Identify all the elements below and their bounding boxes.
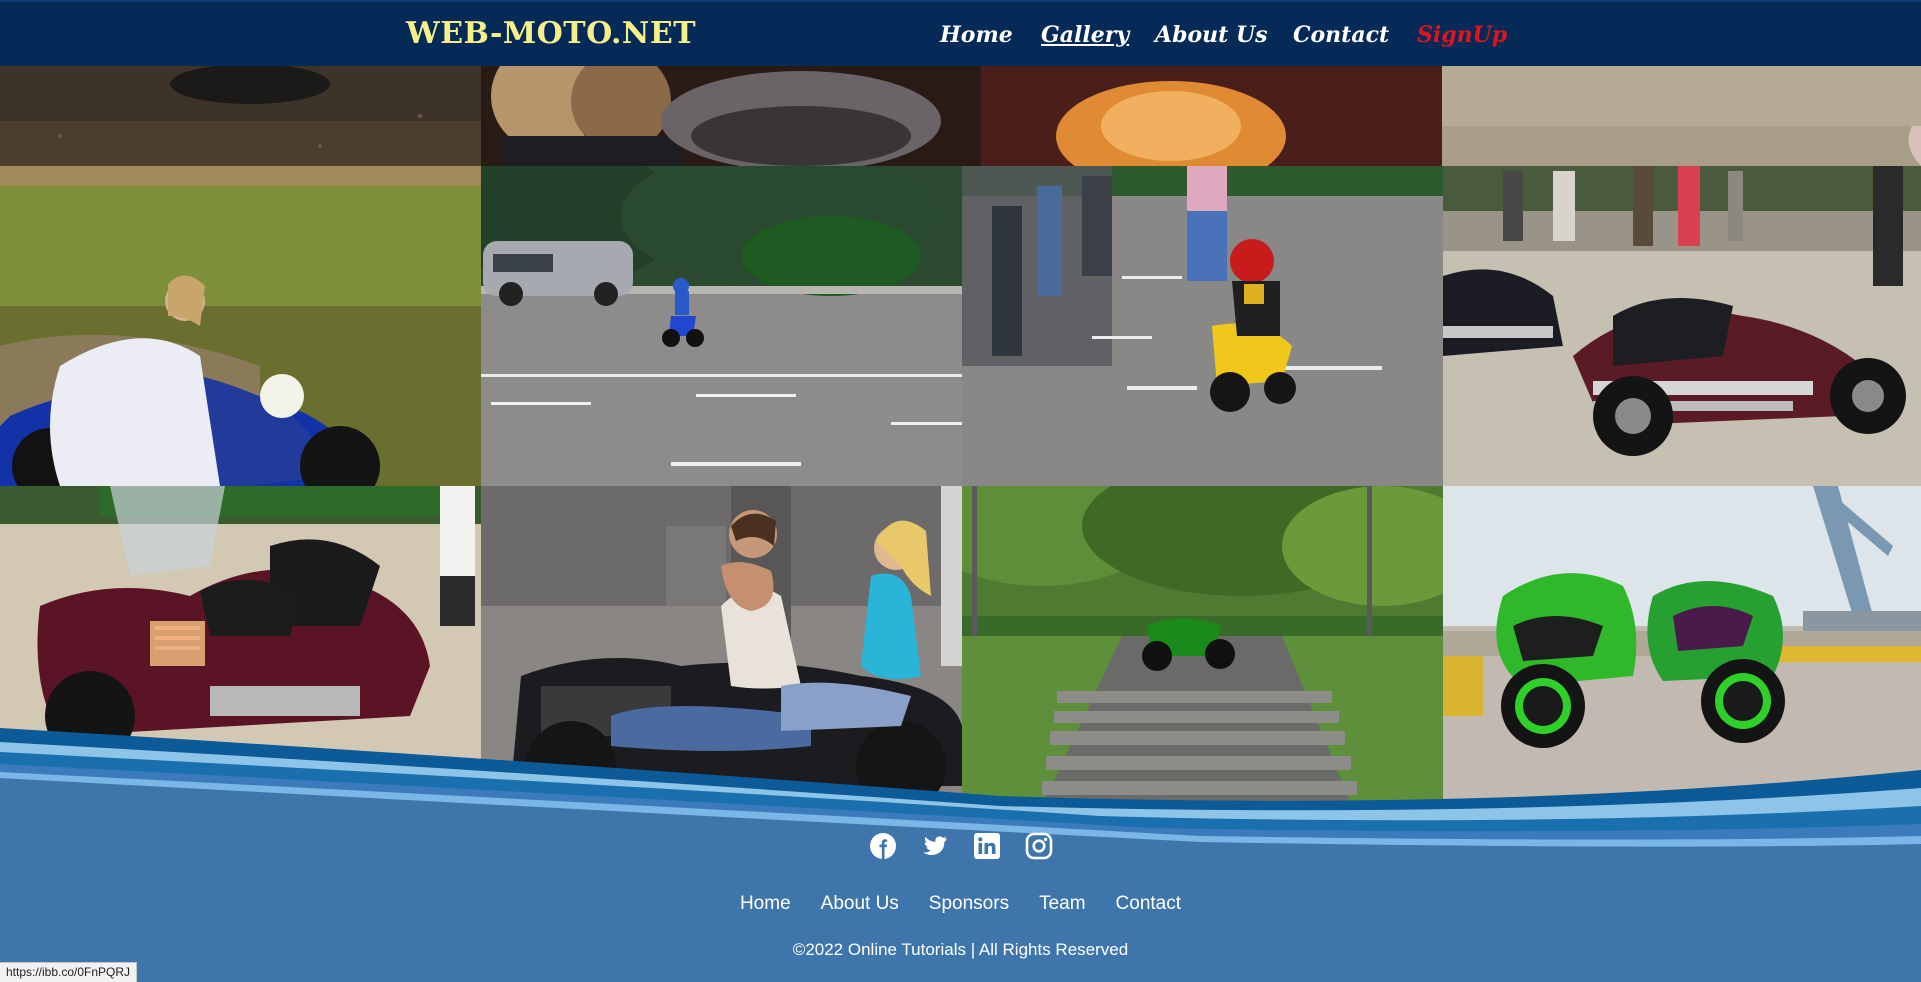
ground-shadow-photo[interactable] xyxy=(0,66,481,166)
bride-on-motorcycle-photo[interactable] xyxy=(0,166,481,486)
nav-contact[interactable]: Contact xyxy=(1293,19,1389,51)
site-logo[interactable]: WEB-MOTO.NET xyxy=(406,16,696,52)
nav-gallery[interactable]: Gallery xyxy=(1041,19,1129,51)
footer-link-contact[interactable]: Contact xyxy=(1116,890,1181,918)
instagram-icon[interactable] xyxy=(1025,832,1053,860)
footer-link-team[interactable]: Team xyxy=(1039,890,1085,918)
footer-link-about-us[interactable]: About Us xyxy=(821,890,899,918)
stone-wall-photo[interactable] xyxy=(1442,66,1921,166)
facebook-icon[interactable] xyxy=(869,832,897,860)
child-on-yellow-pocket-bike-photo[interactable] xyxy=(962,166,1443,486)
child-on-blue-dirt-bike-photo[interactable] xyxy=(481,166,962,486)
crowd-heads-photo[interactable] xyxy=(481,66,1442,166)
browser-status-url: https://ibb.co/0FnPQRJ xyxy=(0,962,138,982)
linkedin-icon[interactable] xyxy=(973,832,1001,860)
footer-link-home[interactable]: Home xyxy=(740,890,791,918)
site-header: WEB-MOTO.NET Home Gallery About Us Conta… xyxy=(0,0,1921,66)
social-icons xyxy=(0,832,1921,868)
footer-link-sponsors[interactable]: Sponsors xyxy=(929,890,1009,918)
twitter-icon[interactable] xyxy=(921,832,949,860)
copyright-text: ©2022 Online Tutorials | All Rights Rese… xyxy=(792,940,1129,959)
nav-signup[interactable]: SignUp xyxy=(1417,19,1507,51)
photo-gallery xyxy=(0,66,1921,806)
footer-nav: Home About Us Sponsors Team Contact xyxy=(0,890,1921,918)
nav-about-us[interactable]: About Us xyxy=(1155,19,1268,51)
cruiser-motorcycles-parked-photo[interactable] xyxy=(1443,166,1921,486)
nav-home[interactable]: Home xyxy=(940,19,1013,51)
